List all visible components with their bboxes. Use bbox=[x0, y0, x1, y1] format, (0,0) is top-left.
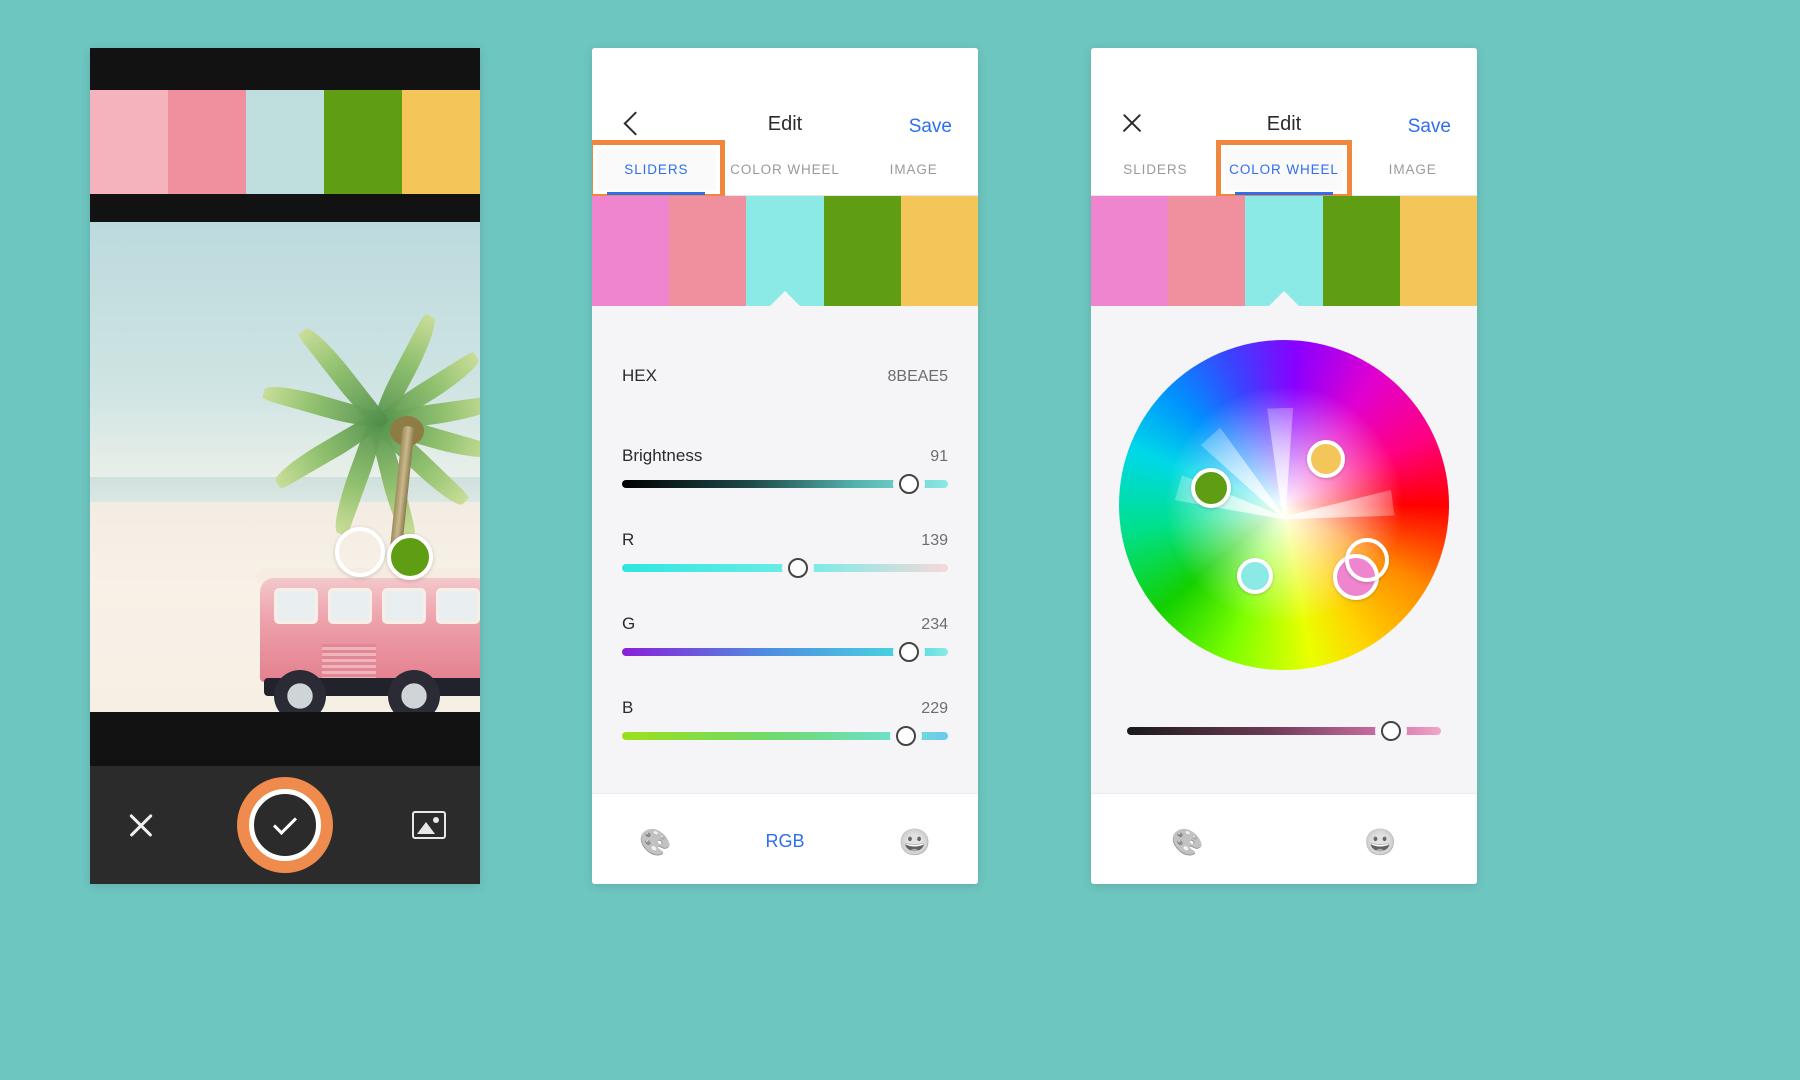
slider-row-red: R 139 bbox=[622, 530, 948, 550]
tab-color-wheel[interactable]: COLOR WHEEL bbox=[1215, 140, 1353, 199]
wheel-palette-strip bbox=[1091, 196, 1477, 307]
tab-sliders[interactable]: SLIDERS bbox=[1091, 144, 1220, 195]
slider-value-blue: 229 bbox=[921, 700, 948, 717]
selected-swatch-notch bbox=[769, 291, 801, 307]
wheel-marker-gold[interactable] bbox=[1307, 440, 1345, 478]
wheel-beam bbox=[1282, 490, 1395, 531]
palm-tree-graphic bbox=[261, 308, 480, 557]
tab-image[interactable]: IMAGE bbox=[849, 144, 978, 195]
slider-value-brightness: 91 bbox=[930, 448, 948, 465]
swatch-4[interactable] bbox=[324, 90, 402, 194]
cancel-button[interactable] bbox=[124, 808, 158, 842]
slider-knob-green[interactable] bbox=[898, 642, 919, 662]
color-wheel[interactable] bbox=[1119, 340, 1449, 670]
slider-value-green: 234 bbox=[921, 616, 948, 633]
slider-track-red[interactable] bbox=[622, 558, 948, 578]
sliders-phone-frame: Edit Save SLIDERS COLOR WHEEL IMAGE HEX 8BE… bbox=[592, 48, 978, 884]
face-smile-icon[interactable]: 😀 bbox=[899, 829, 931, 855]
slider-value-hex: 8BEAE5 bbox=[887, 368, 948, 385]
tab-color-wheel[interactable]: COLOR WHEEL bbox=[721, 144, 850, 195]
sliders-palette-strip bbox=[592, 196, 978, 307]
picker-green[interactable] bbox=[387, 534, 433, 580]
brightness-slider-track[interactable] bbox=[1127, 721, 1441, 741]
color-wheel-phone-frame: Edit Save SLIDERS COLOR WHEEL IMAGE 🎨 😀 bbox=[1091, 48, 1477, 884]
screenshot-canvas: Edit Save SLIDERS COLOR WHEEL IMAGE HEX 8BE… bbox=[0, 0, 1800, 1080]
slider-label-green: G bbox=[622, 614, 636, 633]
slider-track-green[interactable] bbox=[622, 642, 948, 662]
slider-label-blue: B bbox=[622, 698, 634, 717]
brightness-slider-knob[interactable] bbox=[1380, 721, 1401, 741]
slider-row-green: G 234 bbox=[622, 614, 948, 634]
tab-image[interactable]: IMAGE bbox=[1348, 144, 1477, 195]
picker-empty[interactable] bbox=[335, 527, 385, 577]
tab-sliders[interactable]: SLIDERS bbox=[592, 140, 725, 199]
face-smile-icon[interactable]: 😀 bbox=[1364, 829, 1396, 855]
sliders-bottom-bar: 🎨 RGB 😀 bbox=[592, 793, 978, 884]
gallery-image-icon[interactable] bbox=[412, 811, 446, 839]
swatch-2[interactable] bbox=[168, 90, 246, 194]
swatch-3[interactable] bbox=[246, 90, 324, 194]
palette-icon[interactable]: 🎨 bbox=[1171, 829, 1203, 855]
slider-knob-brightness[interactable] bbox=[898, 474, 919, 494]
slider-label-red: R bbox=[622, 530, 635, 549]
slider-label-brightness: Brightness bbox=[622, 446, 703, 465]
slider-label-hex: HEX bbox=[622, 366, 657, 385]
palette-icon[interactable]: 🎨 bbox=[639, 829, 671, 855]
page-title: Edit bbox=[767, 113, 803, 135]
slider-row-hex: HEX 8BEAE5 bbox=[622, 366, 948, 386]
camera-divider bbox=[90, 194, 480, 222]
camera-top-bar bbox=[90, 48, 480, 90]
slider-value-red: 139 bbox=[921, 532, 948, 549]
vw-van-graphic bbox=[256, 552, 480, 712]
wheel-header: Edit Save bbox=[1091, 48, 1477, 144]
swatch-5[interactable] bbox=[402, 90, 480, 194]
camera-bottom-divider bbox=[90, 712, 480, 766]
check-icon bbox=[272, 810, 298, 835]
swatch-olive[interactable] bbox=[1322, 196, 1400, 306]
slider-row-blue: B 229 bbox=[622, 698, 948, 718]
swatch-gold[interactable] bbox=[900, 196, 978, 306]
swatch-cyan[interactable] bbox=[1245, 196, 1323, 307]
capture-confirm-button[interactable] bbox=[237, 777, 333, 873]
camera-control-bar bbox=[90, 766, 480, 884]
wheel-marker-ring[interactable] bbox=[1345, 538, 1389, 582]
camera-preview-photo[interactable] bbox=[90, 222, 480, 712]
swatch-gold[interactable] bbox=[1399, 196, 1477, 306]
slider-track-blue[interactable] bbox=[622, 726, 948, 746]
camera-palette-strip bbox=[90, 90, 480, 194]
selected-swatch-notch bbox=[1268, 291, 1300, 307]
slider-row-brightness: Brightness 91 bbox=[622, 446, 948, 466]
wheel-bottom-bar: 🎨 😀 bbox=[1091, 793, 1477, 884]
sliders-panel: HEX 8BEAE5 Brightness 91 R 139 G 234 B 229 bbox=[592, 306, 978, 793]
swatch-cyan[interactable] bbox=[746, 196, 824, 307]
color-mode-button[interactable]: RGB bbox=[765, 831, 804, 852]
wheel-marker-cyan[interactable] bbox=[1237, 558, 1273, 594]
sliders-header: Edit Save bbox=[592, 48, 978, 144]
swatch-olive[interactable] bbox=[823, 196, 901, 306]
wheel-tab-bar: SLIDERS COLOR WHEEL IMAGE bbox=[1091, 140, 1477, 199]
swatch-salmon[interactable] bbox=[1168, 196, 1246, 306]
camera-phone-frame bbox=[90, 48, 480, 884]
sliders-tab-bar: SLIDERS COLOR WHEEL IMAGE bbox=[592, 140, 978, 199]
page-title: Edit bbox=[1266, 113, 1302, 135]
slider-knob-blue[interactable] bbox=[895, 726, 916, 746]
slider-track-brightness[interactable] bbox=[622, 474, 948, 494]
color-wheel-panel bbox=[1091, 306, 1477, 793]
slider-knob-red[interactable] bbox=[788, 558, 809, 578]
shutter-ring bbox=[249, 789, 321, 861]
swatch-1[interactable] bbox=[90, 90, 168, 194]
swatch-magenta[interactable] bbox=[592, 196, 670, 306]
wheel-marker-olive[interactable] bbox=[1191, 468, 1231, 508]
swatch-salmon[interactable] bbox=[669, 196, 747, 306]
swatch-magenta[interactable] bbox=[1091, 196, 1169, 306]
